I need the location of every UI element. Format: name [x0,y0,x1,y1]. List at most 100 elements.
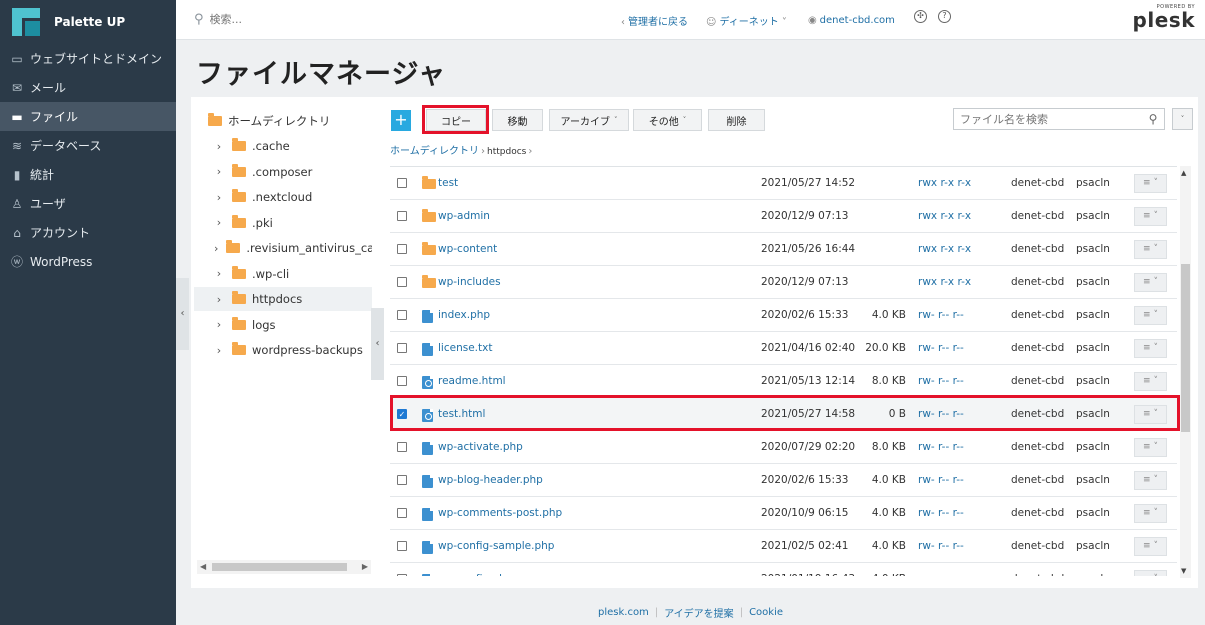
file-permissions-link[interactable]: rw- r-- r-- [918,342,964,354]
file-name-link[interactable]: license.txt [438,342,492,354]
file-row[interactable]: wp-activate.php 2020/07/29 02:20 8.0 KB rw-… [390,431,1177,464]
search-icon[interactable]: ⚲ [1142,112,1164,126]
row-checkbox[interactable] [397,541,407,551]
file-permissions-link[interactable]: rw- r-- r-- [918,375,964,387]
row-checkbox[interactable] [397,376,407,386]
file-name-link[interactable]: readme.html [438,375,506,387]
row-menu-button[interactable]: ≡ ˅ [1134,471,1167,490]
row-checkbox[interactable] [397,310,407,320]
row-menu-button[interactable]: ≡ ˅ [1134,438,1167,457]
sidebar-item-4[interactable]: ▮ 統計 [0,160,176,189]
file-name-link[interactable]: wp-config-sample.php [438,540,554,552]
collapse-tree-handle[interactable]: ‹ [371,308,384,380]
file-name-link[interactable]: wp-comments-post.php [438,507,562,519]
scrollbar-thumb[interactable] [1181,264,1190,432]
file-row[interactable]: readme.html 2021/05/13 12:14 8.0 KB rw- r--… [390,365,1177,398]
file-row[interactable]: wp-admin 2020/12/9 07:13 rwx r-x r-x denet-… [390,200,1177,233]
row-menu-button[interactable]: ≡ ˅ [1134,339,1167,358]
other-button[interactable]: その他 ˅ [633,109,702,131]
scrollbar-thumb[interactable] [212,563,347,571]
tree-item[interactable]: › logs [194,313,372,337]
sidebar-item-2[interactable]: ▬ ファイル [0,102,176,131]
row-checkbox[interactable] [397,574,407,576]
file-name-link[interactable]: test [438,177,458,189]
row-checkbox[interactable] [397,277,407,287]
tree-item[interactable]: › wordpress-backups [194,338,372,362]
help-lifebuoy-icon[interactable]: ✣ [914,10,927,23]
tree-item[interactable]: › .revisium_antivirus_cach [194,236,372,260]
user-menu[interactable]: ☺ ディーネット ˅ [706,13,790,28]
row-menu-button[interactable]: ≡ ˅ [1134,504,1167,523]
scroll-down-icon[interactable]: ▼ [1181,567,1186,575]
file-permissions-link[interactable]: rwx r-x r-x [918,210,971,222]
row-menu-button[interactable]: ≡ ˅ [1134,207,1167,226]
file-row[interactable]: license.txt 2021/04/16 02:40 20.0 KB rw- r-… [390,332,1177,365]
sidebar-item-1[interactable]: ✉ メール [0,73,176,102]
file-name-link[interactable]: wp-admin [438,210,490,222]
chevron-right-icon[interactable]: › [214,293,224,306]
file-name-link[interactable]: wp-activate.php [438,441,523,453]
brand[interactable]: Palette UP [0,0,176,44]
file-row[interactable]: wp-blog-header.php 2020/02/6 15:33 4.0 KB r… [390,464,1177,497]
archive-button[interactable]: アーカイブ ˅ [549,109,629,131]
chevron-right-icon[interactable]: › [214,191,224,204]
sidebar-item-6[interactable]: ⌂ アカウント [0,218,176,247]
sidebar-item-5[interactable]: ♙ ユーザ [0,189,176,218]
delete-button[interactable]: 削除 [708,109,765,131]
row-checkbox[interactable] [397,442,407,452]
row-checkbox[interactable] [397,178,407,188]
file-permissions-link[interactable]: rw- --- --- [918,573,964,576]
tree-item[interactable]: › .wp-cli [194,262,372,286]
domain-link[interactable]: ◉ denet-cbd.com [808,15,895,26]
sidebar-item-7[interactable]: ⓦ WordPress [0,247,176,276]
file-permissions-link[interactable]: rwx r-x r-x [918,243,971,255]
file-list-scrollbar[interactable]: ▲ ▼ [1180,166,1191,578]
row-menu-button[interactable]: ≡ ˅ [1134,372,1167,391]
file-name-link[interactable]: wp-content [438,243,497,255]
file-row[interactable]: wp-config.php2021/01/19 16:434.0 KBrw- -… [390,563,1177,576]
tree-item[interactable]: › .pki [194,211,372,235]
tree-horizontal-scrollbar[interactable]: ◀ ▶ [197,560,371,574]
file-row[interactable]: wp-comments-post.php 2020/10/9 06:15 4.0 K… [390,497,1177,530]
row-checkbox[interactable] [397,508,407,518]
move-button[interactable]: 移動 [492,109,543,131]
file-row[interactable]: test 2021/05/27 14:52 rwx r-x r-x denet-cbd… [390,167,1177,200]
chevron-right-icon[interactable]: › [214,318,224,331]
file-permissions-link[interactable]: rw- r-- r-- [918,309,964,321]
sidebar-item-3[interactable]: ≋ データベース [0,131,176,160]
scroll-up-icon[interactable]: ▲ [1181,169,1186,177]
file-row[interactable]: wp-content 2021/05/26 16:44 rwx r-x r-x den… [390,233,1177,266]
file-permissions-link[interactable]: rw- r-- r-- [918,441,964,453]
file-name-link[interactable]: wp-config.php [438,573,513,576]
row-menu-button[interactable]: ≡ ˅ [1134,174,1167,193]
file-search-input[interactable] [954,112,1142,126]
row-menu-button[interactable]: ≡ ˅ [1134,273,1167,292]
footer-cookie-link[interactable]: Cookie [749,607,783,618]
chevron-right-icon[interactable]: › [214,165,224,178]
help-icon[interactable]: ? [938,10,951,23]
row-checkbox[interactable] [397,244,407,254]
global-search-input[interactable] [209,13,510,26]
tree-item[interactable]: › .composer [194,160,372,184]
file-row[interactable]: wp-includes 2020/12/9 07:13 rwx r-x r-x den… [390,266,1177,299]
row-checkbox[interactable] [397,211,407,221]
row-menu-button[interactable]: ≡ ˅ [1134,537,1167,556]
chevron-right-icon[interactable]: › [214,267,224,280]
file-permissions-link[interactable]: rwx r-x r-x [918,177,971,189]
file-name-link[interactable]: wp-includes [438,276,501,288]
file-permissions-link[interactable]: rw- r-- r-- [918,507,964,519]
file-name-link[interactable]: wp-blog-header.php [438,474,543,486]
row-menu-button[interactable]: ≡ ˅ [1134,240,1167,259]
row-checkbox[interactable] [397,475,407,485]
row-checkbox[interactable] [397,343,407,353]
chevron-right-icon[interactable]: › [214,344,224,357]
row-menu-button[interactable]: ≡ ˅ [1134,306,1167,325]
tree-item[interactable]: › .nextcloud [194,185,372,209]
file-permissions-link[interactable]: rwx r-x r-x [918,276,971,288]
collapse-sidebar-handle[interactable]: ‹ [176,278,189,350]
scroll-right-icon[interactable]: ▶ [362,560,368,574]
footer-plesk-link[interactable]: plesk.com [598,607,649,618]
file-name-link[interactable]: index.php [438,309,490,321]
tree-item[interactable]: › httpdocs [194,287,372,311]
chevron-right-icon[interactable]: › [214,216,224,229]
